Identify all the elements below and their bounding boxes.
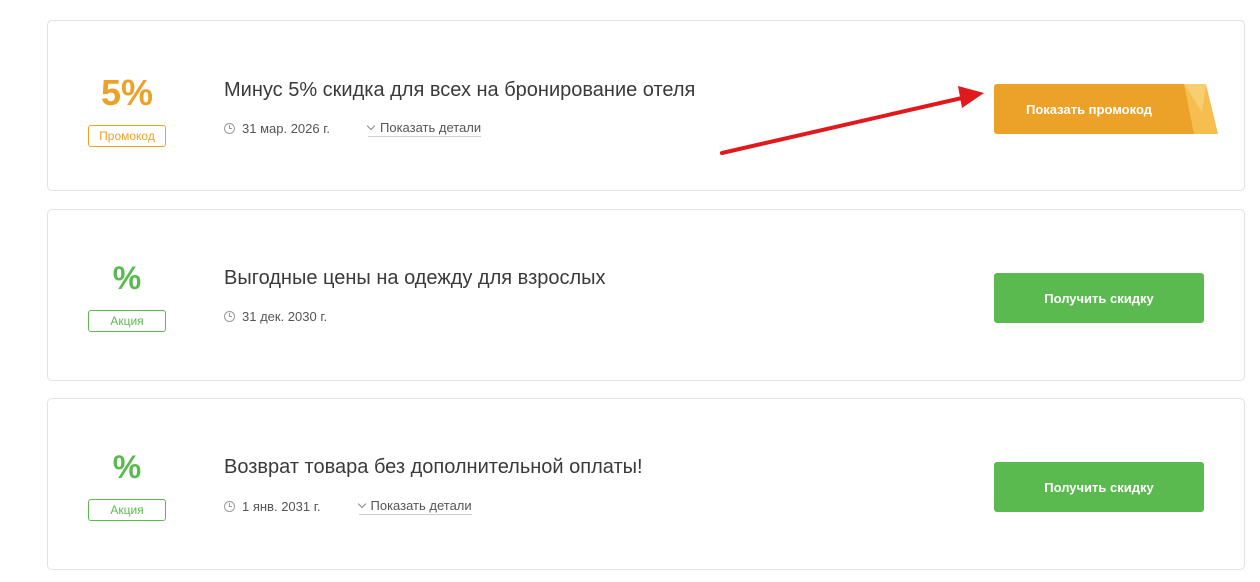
offer-type-badge: Акция [88, 499, 166, 521]
offer-expiry-date: 1 янв. 2031 г. [242, 499, 321, 514]
get-discount-button[interactable]: Получить скидку [994, 273, 1204, 323]
show-details-label: Показать детали [370, 498, 472, 513]
offer-expiry-date: 31 мар. 2026 г. [242, 121, 330, 136]
offer-title: Выгодные цены на одежду для взрослых [224, 267, 606, 289]
show-details-link[interactable]: Показать детали [366, 120, 482, 137]
show-details-label: Показать детали [380, 120, 482, 135]
offer-card-deal: % Акция Выгодные цены на одежду для взро… [47, 209, 1245, 381]
offer-meta: 1 янв. 2031 г. Показать детали [224, 498, 472, 515]
chevron-down-icon [357, 499, 366, 508]
get-discount-label: Получить скидку [1044, 479, 1154, 495]
clock-icon [224, 123, 235, 134]
offer-value: 5% [100, 72, 154, 113]
show-promo-code-label: Показать промокод [1026, 101, 1152, 117]
offer-expiry-date: 31 дек. 2030 г. [242, 309, 328, 324]
offer-card-deal: % Акция Возврат товара без дополнительно… [47, 398, 1245, 570]
show-promo-code-button[interactable]: Показать промокод [994, 84, 1218, 134]
offer-title: Минус 5% скидка для всех на бронирование… [224, 79, 696, 101]
offer-card-promo: 5% Промокод Минус 5% скидка для всех на … [47, 20, 1245, 191]
offer-type-badge: Акция [88, 310, 166, 332]
get-discount-label: Получить скидку [1044, 290, 1154, 306]
peel-corner-icon [1184, 84, 1218, 134]
offer-value: % [112, 449, 142, 485]
clock-icon [224, 311, 235, 322]
offer-value: % [112, 260, 142, 296]
clock-icon [224, 501, 235, 512]
chevron-down-icon [366, 121, 376, 130]
offer-title: Возврат товара без дополнительной оплаты… [224, 456, 643, 478]
offer-meta: 31 мар. 2026 г. Показать детали [224, 120, 482, 137]
offer-meta: 31 дек. 2030 г. [224, 309, 327, 324]
get-discount-button[interactable]: Получить скидку [994, 462, 1204, 512]
show-details-link[interactable]: Показать детали [357, 498, 472, 515]
offer-type-badge: Промокод [88, 125, 166, 147]
